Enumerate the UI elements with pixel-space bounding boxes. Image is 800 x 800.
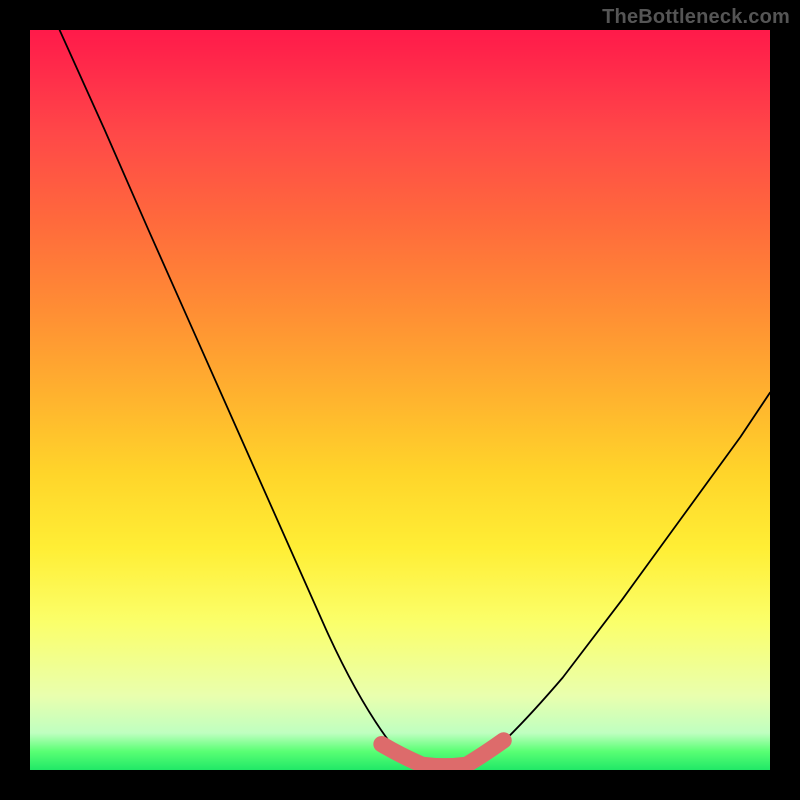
curve-layer bbox=[30, 30, 770, 770]
watermark-text: TheBottleneck.com bbox=[602, 6, 790, 29]
plot-area bbox=[30, 30, 770, 770]
main-curve bbox=[60, 30, 770, 770]
highlight-band bbox=[382, 740, 504, 766]
chart-frame: TheBottleneck.com bbox=[0, 0, 800, 800]
